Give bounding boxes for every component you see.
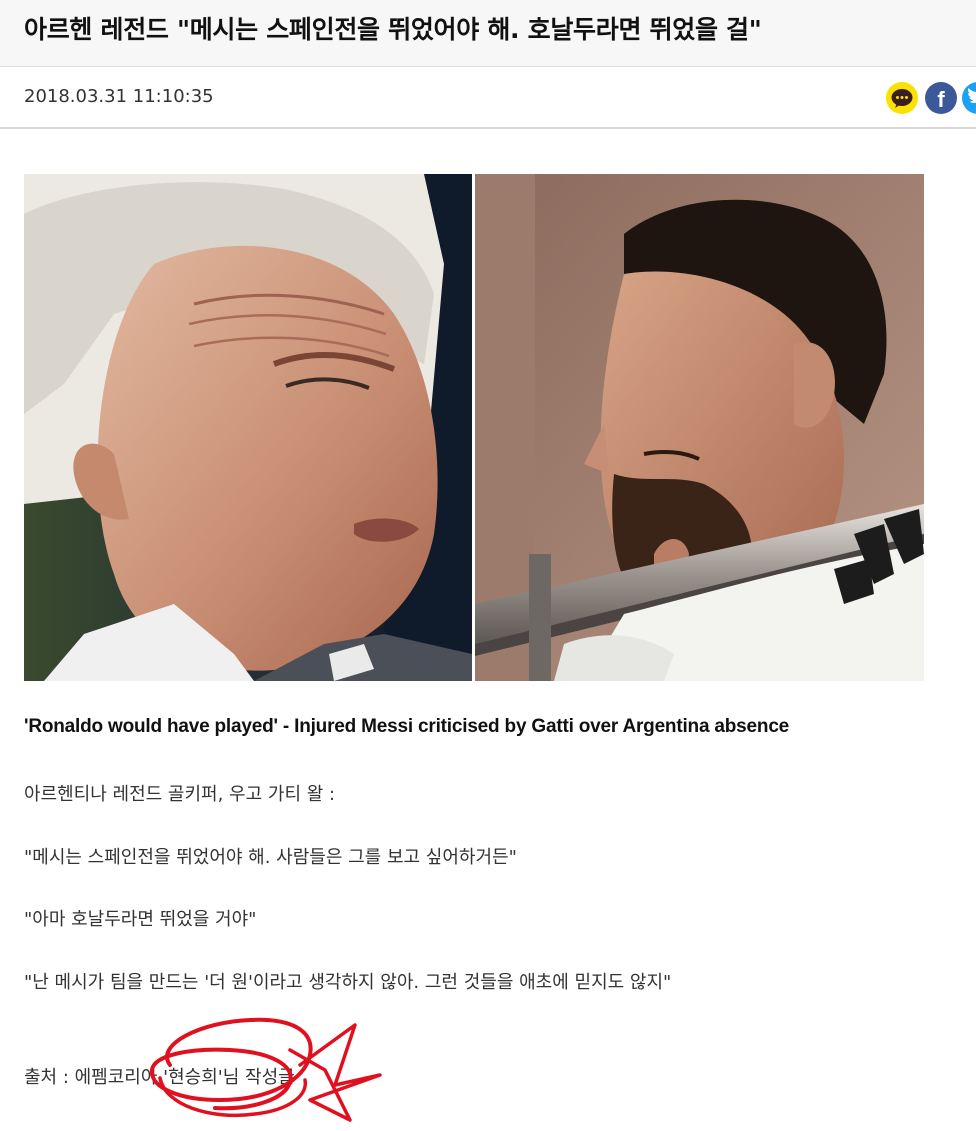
left-portrait-image [24, 174, 472, 681]
facebook-icon: f [937, 87, 945, 112]
facebook-share-button[interactable]: f [925, 82, 957, 114]
quote-1: "메시는 스페인전을 뛰었어야 해. 사람들은 그를 보고 싶어하거든" [24, 847, 517, 868]
article-photo [24, 174, 924, 681]
right-portrait-image [475, 174, 924, 681]
twitter-icon [968, 88, 976, 103]
kakao-talk-icon [891, 89, 913, 108]
article-datetime: 2018.03.31 11:10:35 [24, 86, 214, 107]
intro-text: 아르헨티나 레전드 골키퍼, 우고 가티 왈 : [24, 784, 336, 805]
photo-caption: 'Ronaldo would have played' - Injured Me… [24, 716, 790, 737]
title-bar: 아르헨 레전드 "메시는 스페인전을 뛰었어야 해. 호날두라면 뛰었을 걸" [0, 0, 976, 67]
source-credit: 출처 : 에펨코리아 '현승희'님 작성글 [24, 1067, 295, 1088]
facebook-glyph: f [937, 87, 945, 112]
kakao-share-button[interactable] [886, 82, 918, 114]
twitter-share-button[interactable] [962, 82, 976, 114]
meta-bar: 2018.03.31 11:10:35 f [0, 67, 976, 129]
article-title: 아르헨 레전드 "메시는 스페인전을 뛰었어야 해. 호날두라면 뛰었을 걸" [24, 15, 762, 44]
quote-3: "난 메시가 팀을 만드는 '더 원'이라고 생각하지 않아. 그런 것들을 애… [24, 972, 672, 993]
quote-2: "아마 호날두라면 뛰었을 거야" [24, 909, 257, 930]
